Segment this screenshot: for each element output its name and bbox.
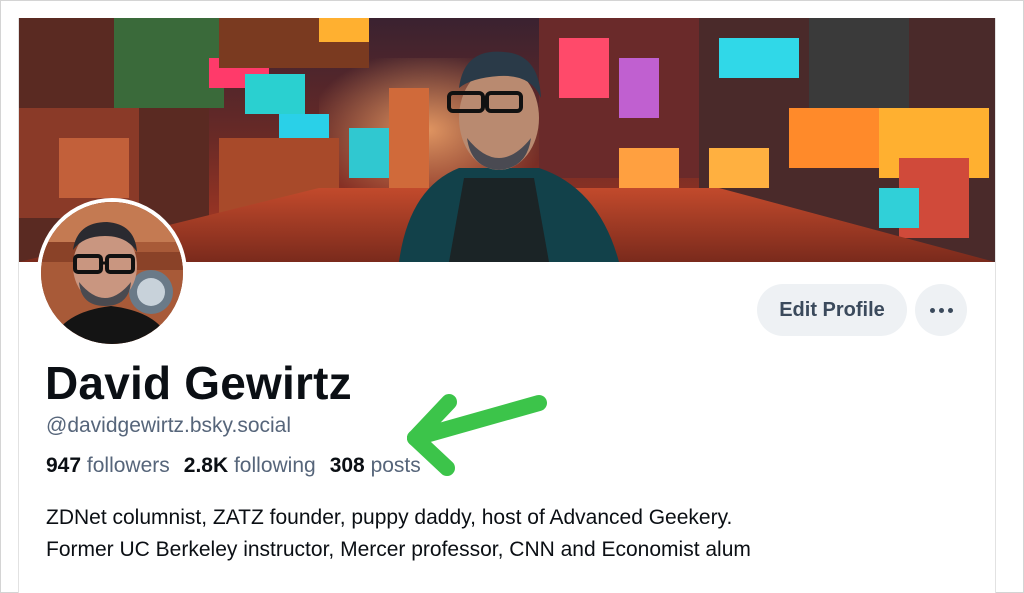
ellipsis-icon <box>928 307 955 313</box>
profile-handle: @davidgewirtz.bsky.social <box>46 414 292 437</box>
display-name: David Gewirtz <box>45 357 352 409</box>
followers-label: followers <box>86 454 170 477</box>
profile-stats: 947 followers 2.8K following 308 posts <box>46 454 421 478</box>
bio-line: ZDNet columnist, ZATZ founder, puppy dad… <box>46 506 733 529</box>
following-count: 2.8K <box>183 454 229 477</box>
profile-bio: ZDNet columnist, ZATZ founder, puppy dad… <box>46 502 966 566</box>
annotation-arrow-icon <box>407 394 547 476</box>
following-stat[interactable]: 2.8K following <box>184 454 316 478</box>
followers-count: 947 <box>46 454 82 477</box>
profile-avatar[interactable] <box>37 198 187 348</box>
following-label: following <box>233 454 316 477</box>
edit-profile-button[interactable]: Edit Profile <box>757 284 907 336</box>
more-options-button[interactable] <box>915 284 967 336</box>
posts-count: 308 <box>329 454 365 477</box>
followers-stat[interactable]: 947 followers <box>46 454 170 478</box>
bio-line: Former UC Berkeley instructor, Mercer pr… <box>46 538 751 561</box>
profile-card: Edit Profile David Gewirtz @davidgewirtz… <box>18 18 996 593</box>
